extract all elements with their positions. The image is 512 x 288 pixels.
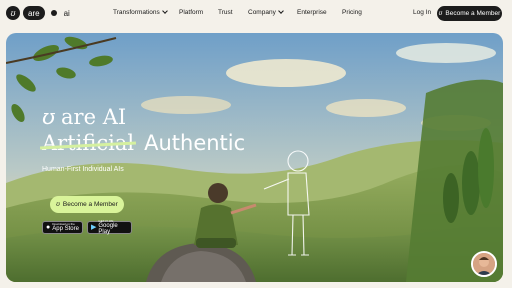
chevron-down-icon <box>161 8 168 14</box>
chevron-down-icon <box>277 8 284 14</box>
play-icon: ▶ <box>91 224 97 231</box>
hero-cta-label: Become a Member <box>62 201 118 208</box>
nav-item-label: Company <box>248 9 276 16</box>
hero-subtitle: Human-First Individual AIs <box>42 166 124 173</box>
struck-word: Artificial <box>42 131 135 155</box>
hero-line-1-text: are AI <box>61 105 127 129</box>
nav-item-platform[interactable]: Platform <box>179 9 203 16</box>
nav-item-transformations[interactable]: Transformations <box>113 8 168 16</box>
google-play-big: Google Play <box>98 223 118 235</box>
logo-suffix: ai <box>63 8 70 18</box>
login-link[interactable]: Log In <box>413 9 431 16</box>
become-member-label: Become a Member <box>445 10 501 17</box>
logo-dot <box>50 10 57 16</box>
app-store-big: App Store <box>52 226 79 232</box>
brand-logo[interactable]: ʊ are ai <box>6 6 70 20</box>
avatar-face <box>473 253 495 275</box>
hero-line-1: ʊ are AI <box>42 105 126 129</box>
logo-mark-icon: ʊ <box>42 105 56 129</box>
logo-mark-icon: ʊ <box>6 6 20 20</box>
hero-illustration <box>6 33 503 282</box>
hero-become-member-button[interactable]: ʊ Become a Member <box>50 196 124 213</box>
logo-mark-icon: ʊ <box>56 201 60 208</box>
logo-word: are <box>23 6 45 20</box>
app-store-text: Download on the App Store <box>52 223 79 233</box>
logo-mark-icon: ʊ <box>438 10 443 17</box>
hero-section: ʊ are AI Artificial Authentic Human-First … <box>6 33 503 282</box>
app-store-badge[interactable]: ● Download on the App Store <box>42 221 83 234</box>
google-play-text: GET IT ON Google Play <box>98 220 128 236</box>
user-avatar[interactable] <box>471 251 497 277</box>
hero-line-2: Artificial Authentic <box>42 131 245 155</box>
become-member-button[interactable]: ʊ Become a Member <box>437 6 502 21</box>
nav-item-enterprise[interactable]: Enterprise <box>297 9 327 16</box>
apple-icon: ● <box>46 224 51 231</box>
nav-item-trust[interactable]: Trust <box>218 9 233 16</box>
nav-item-label: Transformations <box>113 9 160 16</box>
replacement-word: Authentic <box>144 131 246 155</box>
top-nav: ʊ are ai Transformations Platform Trust … <box>0 0 512 30</box>
nav-item-company[interactable]: Company <box>248 8 284 16</box>
google-play-badge[interactable]: ▶ GET IT ON Google Play <box>87 220 132 236</box>
nav-item-pricing[interactable]: Pricing <box>342 9 362 16</box>
